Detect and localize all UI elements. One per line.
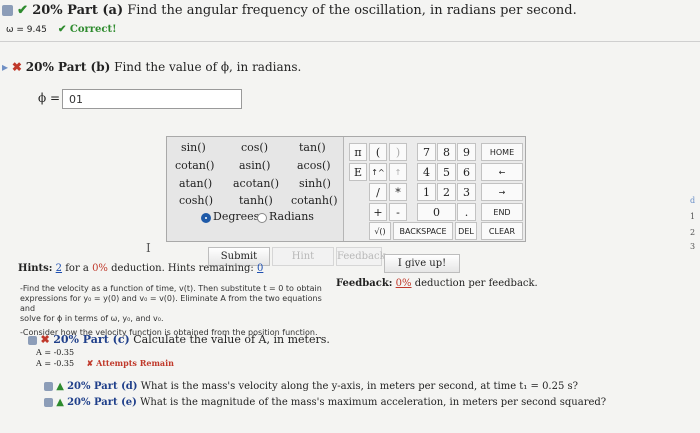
feedback-button[interactable]: Feedback	[336, 247, 386, 266]
divide-key[interactable]: /	[369, 183, 387, 201]
end-key[interactable]: END	[481, 203, 523, 221]
feedback-pct: 0%	[395, 278, 412, 289]
digit-2-key[interactable]: 2	[437, 183, 456, 201]
part-d-question: What is the mass's velocity along the y-…	[140, 381, 578, 392]
pi-key[interactable]: π	[349, 143, 367, 161]
text-cursor-icon: I	[146, 241, 151, 255]
sin-key[interactable]: sin()	[181, 141, 206, 154]
hints-count-link[interactable]: 2	[56, 263, 62, 274]
clear-key[interactable]: CLEAR	[481, 222, 523, 240]
radians-radio[interactable]	[257, 213, 267, 223]
part-c-attempt-1: A = -0.35	[36, 348, 75, 357]
cosh-key[interactable]: cosh()	[179, 194, 213, 207]
part-c-question: Calculate the value of A, in meters.	[133, 333, 330, 346]
minus-key[interactable]: -	[389, 203, 407, 221]
part-e-percent: 20% Part (e)	[67, 397, 137, 408]
hints-remaining-link[interactable]: 0	[257, 263, 263, 274]
multiply-key[interactable]: *	[389, 183, 407, 201]
open-paren-key[interactable]: (	[369, 143, 387, 161]
right-arrow-key[interactable]: →	[481, 183, 523, 201]
hint-line-2: expressions for y₀ = y(0) and v₀ = v(0).…	[20, 294, 322, 313]
attempts-remain: ✘ Attempts Remain	[86, 358, 174, 368]
part-b-question: Find the value of ϕ, in radians.	[114, 60, 302, 74]
warning-icon: ▲	[56, 397, 64, 408]
part-a-status-icon	[2, 5, 13, 16]
home-key[interactable]: HOME	[481, 143, 523, 161]
tanh-key[interactable]: tanh()	[239, 194, 273, 207]
acotan-key[interactable]: acotan()	[233, 177, 279, 190]
correct-label: ✔ Correct!	[58, 24, 117, 35]
digit-4-key[interactable]: 4	[417, 163, 436, 181]
margin-number-2: 2	[690, 228, 696, 237]
part-c-percent: 20% Part (c)	[53, 333, 130, 346]
part-a-header: ✔ 20% Part (a) Find the angular frequenc…	[2, 3, 577, 18]
up-arrow-key[interactable]: ↑	[389, 163, 407, 181]
margin-number-3: 3	[690, 242, 696, 251]
part-c-cross-icon: ✖	[40, 333, 50, 346]
part-e-question: What is the magnitude of the mass's maxi…	[140, 397, 607, 408]
tan-key[interactable]: tan()	[299, 141, 326, 154]
part-b-percent: 20% Part (b)	[25, 60, 111, 74]
radians-label: Radians	[269, 210, 314, 223]
sqrt-key[interactable]: √()	[369, 222, 391, 240]
del-key[interactable]: DEL	[455, 222, 477, 240]
check-icon: ✔	[17, 3, 29, 18]
hint-line-3: solve for ϕ in terms of ω, y₀, and v₀.	[20, 314, 164, 323]
feedback-line: Feedback: 0% deduction per feedback.	[336, 278, 538, 289]
part-d-header: ▲ 20% Part (d) What is the mass's veloci…	[44, 381, 578, 392]
left-arrow-key[interactable]: ←	[481, 163, 523, 181]
phi-label: ϕ =	[38, 91, 61, 105]
cotanh-key[interactable]: cotanh()	[291, 194, 338, 207]
expand-arrow-icon[interactable]: ▸	[2, 60, 8, 74]
part-d-percent: 20% Part (d)	[67, 381, 138, 392]
digit-3-key[interactable]: 3	[457, 183, 476, 201]
cos-key[interactable]: cos()	[241, 141, 268, 154]
cross-icon: ✖	[11, 60, 22, 74]
atan-key[interactable]: atan()	[179, 177, 212, 190]
part-c-header: ✖ 20% Part (c) Calculate the value of A,…	[28, 333, 330, 346]
degrees-label: Degrees	[213, 210, 260, 223]
digit-8-key[interactable]: 8	[437, 143, 456, 161]
acos-key[interactable]: acos()	[297, 159, 331, 172]
dot-key[interactable]: .	[457, 203, 476, 221]
margin-letter: d	[690, 196, 696, 205]
digit-6-key[interactable]: 6	[457, 163, 476, 181]
close-paren-key[interactable]: )	[389, 143, 407, 161]
give-up-button[interactable]: I give up!	[384, 254, 460, 273]
part-d-status-icon	[44, 382, 53, 391]
e-key[interactable]: E	[349, 163, 367, 181]
cotan-key[interactable]: cotan()	[175, 159, 214, 172]
digit-7-key[interactable]: 7	[417, 143, 436, 161]
digit-0-key[interactable]: 0	[417, 203, 456, 221]
backspace-key[interactable]: BACKSPACE	[393, 222, 453, 240]
hint-text: -Find the velocity as a function of time…	[20, 284, 330, 338]
digit-1-key[interactable]: 1	[417, 183, 436, 201]
part-e-header: ▲ 20% Part (e) What is the magnitude of …	[44, 397, 606, 408]
part-c-status-icon	[28, 335, 37, 345]
part-a-answer: ω = 9.45 ✔ Correct!	[6, 24, 117, 35]
keypad: sin() cos() tan() cotan() asin() acos() …	[166, 136, 526, 242]
degrees-radio[interactable]	[201, 213, 211, 223]
hint-button[interactable]: Hint	[272, 247, 334, 266]
sinh-key[interactable]: sinh()	[299, 177, 331, 190]
warning-icon: ▲	[56, 381, 64, 392]
margin-number-1: 1	[690, 212, 696, 221]
part-b-header: ▸ ✖ 20% Part (b) Find the value of ϕ, in…	[2, 60, 301, 74]
hints-line: Hints: 2 for a 0% deduction. Hints remai…	[18, 263, 264, 274]
part-a-question: Find the angular frequency of the oscill…	[127, 3, 577, 18]
digit-9-key[interactable]: 9	[457, 143, 476, 161]
hints-pct: 0%	[92, 263, 108, 274]
up-caret-key[interactable]: ↑^	[369, 163, 387, 181]
part-e-status-icon	[44, 398, 53, 407]
plus-key[interactable]: +	[369, 203, 387, 221]
digit-5-key[interactable]: 5	[437, 163, 456, 181]
phi-input[interactable]: 01	[62, 89, 242, 109]
hint-line-1: -Find the velocity as a function of time…	[20, 284, 322, 293]
asin-key[interactable]: asin()	[239, 159, 270, 172]
function-panel: sin() cos() tan() cotan() asin() acos() …	[167, 137, 344, 241]
part-a-percent: 20% Part (a)	[32, 3, 124, 18]
part-c-attempt-2: A = -0.35 ✘ Attempts Remain	[36, 358, 174, 368]
